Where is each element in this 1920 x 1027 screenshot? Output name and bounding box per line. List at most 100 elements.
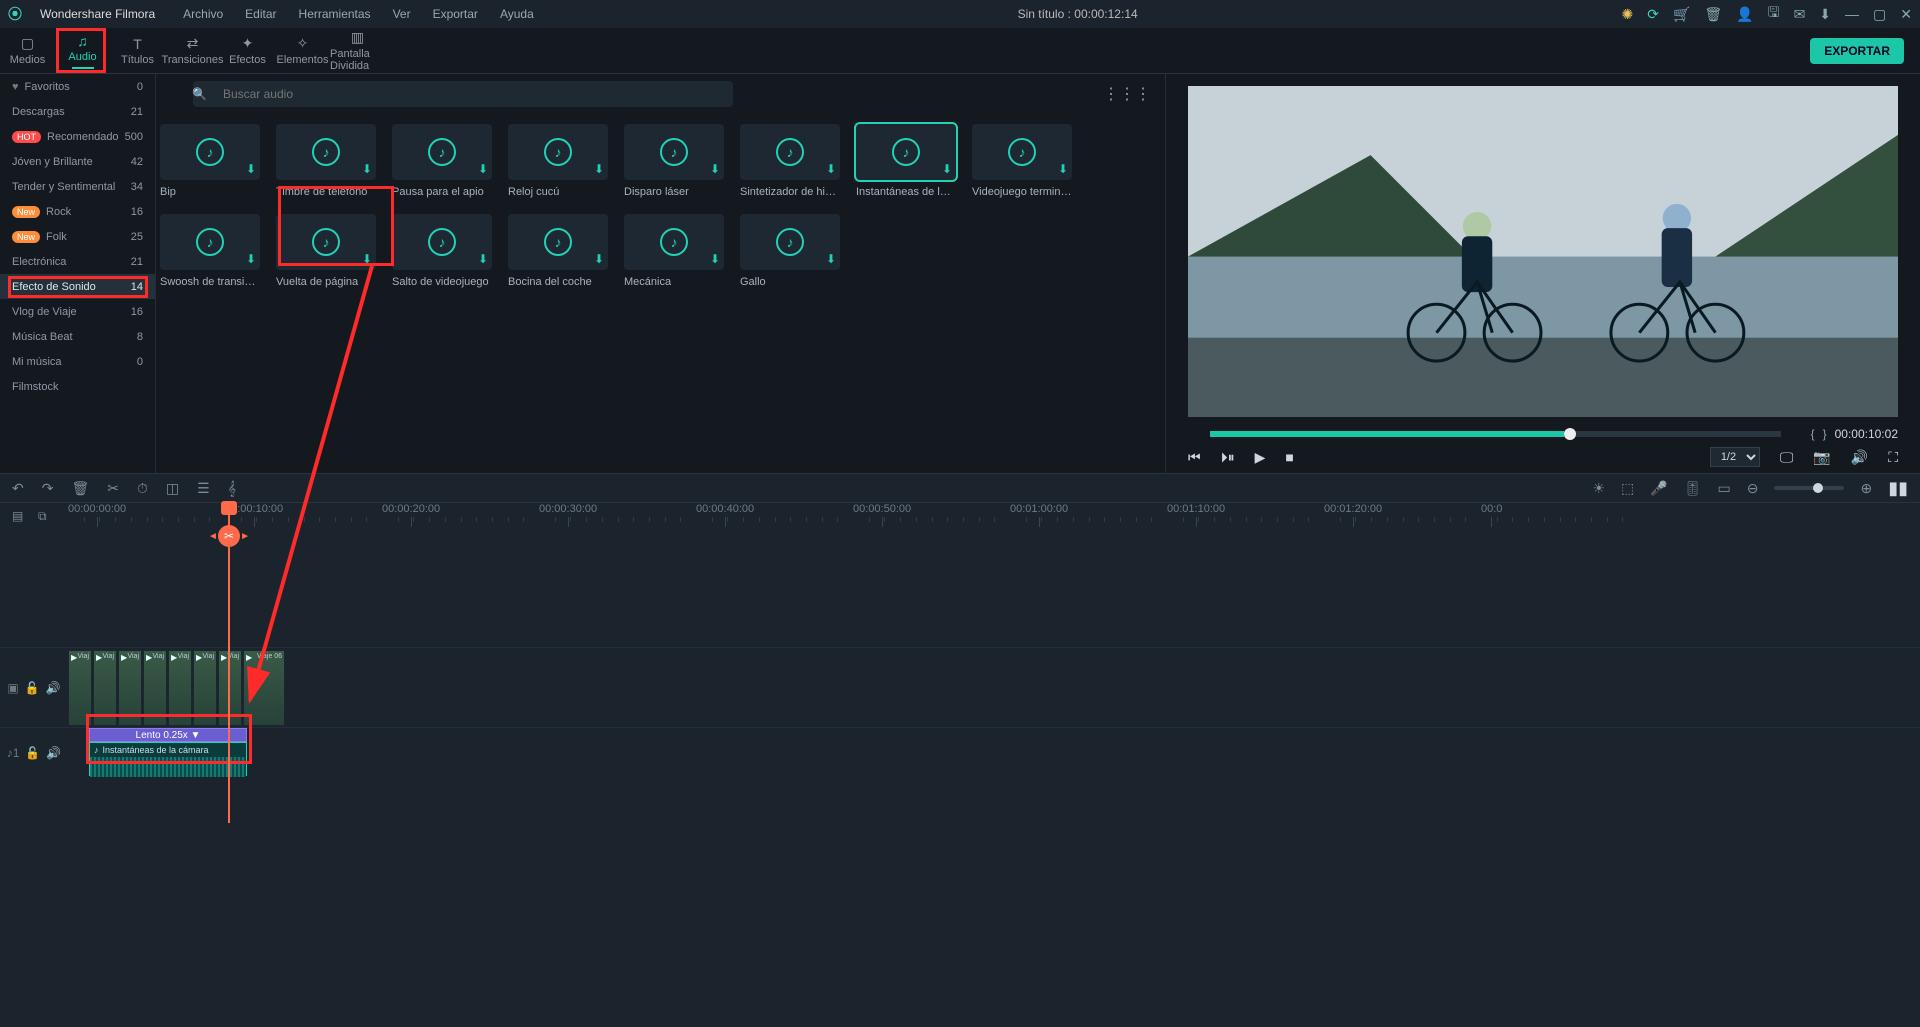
asset-item[interactable]: ♪⬇Instantáneas de la cá… — [856, 124, 956, 198]
asset-item[interactable]: ♪⬇Videojuego terminado — [972, 124, 1072, 198]
speed-bar[interactable]: Lento 0.25x ▼ — [89, 728, 247, 742]
step-button[interactable]: ⏵⏸ — [1221, 449, 1235, 466]
download-icon[interactable]: ⬇ — [362, 162, 372, 176]
download-icon[interactable]: ⬇ — [246, 252, 256, 266]
lock-icon[interactable]: 🔓 — [25, 681, 40, 695]
asset-item[interactable]: ♪⬇Bocina del coche — [508, 214, 608, 288]
timeline[interactable]: ▤ ⧉ 00:00:00:0000:00:10:0000:00:20:0000:… — [0, 503, 1920, 1027]
mixer-icon[interactable]: 🎚 — [1684, 480, 1702, 497]
video-clip[interactable]: ▶Viaj — [118, 650, 142, 726]
prev-frame-button[interactable]: ⏮ — [1188, 449, 1201, 466]
download-icon[interactable]: ⬇ — [246, 162, 256, 176]
sidebar-item-vlog[interactable]: Vlog de Viaje16 — [0, 299, 155, 324]
audio-clip[interactable]: ♪Instantáneas de la cámara — [89, 742, 247, 776]
asset-item[interactable]: ♪⬇Reloj cucú — [508, 124, 608, 198]
sidebar-item-rock[interactable]: NewRock16 — [0, 199, 155, 224]
asset-item[interactable]: ♪⬇Vuelta de página — [276, 214, 376, 288]
mail-icon[interactable]: ✉ — [1794, 6, 1806, 23]
link-icon[interactable]: ⧉ — [38, 509, 47, 524]
sidebar-item-tender[interactable]: Tender y Sentimental34 — [0, 174, 155, 199]
search-input[interactable] — [193, 81, 733, 107]
menu-editar[interactable]: Editar — [245, 7, 276, 21]
scissor-handle[interactable]: ✂ — [218, 525, 240, 547]
maximize-icon[interactable]: ▢ — [1873, 6, 1886, 23]
asset-item[interactable]: ♪⬇Gallo — [740, 214, 840, 288]
close-icon[interactable]: ✕ — [1900, 6, 1912, 23]
video-clip[interactable]: ▶Viaj — [143, 650, 167, 726]
adjust-icon[interactable]: ☰ — [197, 480, 210, 497]
download-icon[interactable]: ⬇ — [1058, 162, 1068, 176]
sidebar-item-folk[interactable]: NewFolk25 — [0, 224, 155, 249]
download-icon[interactable]: ⬇ — [826, 162, 836, 176]
track-visible-icon[interactable]: ▣ — [7, 681, 18, 695]
asset-item[interactable]: ♪⬇Sintetizador de histor… — [740, 124, 840, 198]
pause-scroll-icon[interactable]: ▮▮ — [1888, 478, 1908, 499]
download-icon[interactable]: ⬇ — [594, 162, 604, 176]
sidebar-item-efecto-de-sonido[interactable]: Efecto de Sonido14 — [0, 274, 155, 299]
display-icon[interactable]: 🖵 — [1780, 449, 1794, 466]
render-icon[interactable]: ☀ — [1592, 480, 1605, 497]
fullscreen-icon[interactable]: ⛶ — [1888, 449, 1898, 466]
asset-item[interactable]: ♪⬇Salto de videojuego — [392, 214, 492, 288]
download-icon[interactable]: ⬇ — [710, 162, 720, 176]
save-icon[interactable]: 🖫 — [1768, 2, 1780, 26]
tab-efectos[interactable]: ✦Efectos — [220, 28, 275, 74]
download-icon[interactable]: ⬇ — [826, 252, 836, 266]
speed-icon[interactable]: ⏱ — [137, 480, 148, 497]
video-clip[interactable]: ▶Viaje 06 — [243, 650, 285, 726]
download-icon[interactable]: ⬇ — [594, 252, 604, 266]
upgrade-icon[interactable]: ✺ — [1622, 6, 1634, 23]
loop-start-icon[interactable]: { — [1811, 427, 1815, 441]
lock-icon[interactable]: 🔓 — [25, 746, 40, 760]
video-clip[interactable]: ▶Viaj — [193, 650, 217, 726]
tab-medios[interactable]: ▢Medios — [0, 28, 55, 74]
menu-exportar[interactable]: Exportar — [433, 7, 478, 21]
snapshot-icon[interactable]: 📷 — [1813, 449, 1830, 466]
audio-track-head[interactable]: ♪1 🔓 🔊 — [0, 728, 68, 777]
sidebar-item-descargas[interactable]: Descargas21 — [0, 99, 155, 124]
sidebar-item-recomendado[interactable]: HOTRecomendado500 — [0, 124, 155, 149]
sidebar-item-favoritos[interactable]: ♥Favoritos0 — [0, 74, 155, 99]
menu-ver[interactable]: Ver — [393, 7, 411, 21]
export-button[interactable]: EXPORTAR — [1810, 38, 1904, 64]
menu-ayuda[interactable]: Ayuda — [500, 7, 534, 21]
tab-titulos[interactable]: TTítulos — [110, 28, 165, 74]
asset-item[interactable]: ♪⬇Timbre de teléfono — [276, 124, 376, 198]
tab-transiciones[interactable]: ⇄Transiciones — [165, 28, 220, 74]
playhead[interactable] — [228, 503, 230, 823]
delete-icon[interactable]: 🗑 — [71, 480, 89, 497]
loop-end-icon[interactable]: } — [1823, 427, 1827, 441]
video-clip[interactable]: ▶Viaj — [218, 650, 242, 726]
menu-archivo[interactable]: Archivo — [183, 7, 223, 21]
grid-view-icon[interactable]: ⋮⋮⋮ — [1103, 84, 1151, 104]
undo-icon[interactable]: ↶ — [12, 480, 24, 497]
tab-elementos[interactable]: ✧Elementos — [275, 28, 330, 74]
download-icon[interactable]: ⬇ — [362, 252, 372, 266]
menu-herramientas[interactable]: Herramientas — [299, 7, 371, 21]
mute-icon[interactable]: 🔊 — [46, 746, 61, 760]
download-icon[interactable]: ⬇ — [942, 162, 952, 176]
download-icon[interactable]: ⬇ — [478, 162, 488, 176]
sidebar-item-musica-beat[interactable]: Música Beat8 — [0, 324, 155, 349]
asset-item[interactable]: ♪⬇Disparo láser — [624, 124, 724, 198]
preview-video[interactable] — [1188, 86, 1898, 417]
download-icon[interactable]: ⬇ — [1819, 6, 1831, 23]
zoom-in-icon[interactable]: ⊕ — [1860, 480, 1872, 497]
video-clip[interactable]: ▶Viaj — [93, 650, 117, 726]
track-manager-icon[interactable]: ▤ — [12, 509, 23, 523]
account-icon[interactable]: 👤 — [1736, 6, 1753, 23]
sidebar-item-filmstock[interactable]: Filmstock — [0, 374, 155, 399]
mute-icon[interactable]: 🔊 — [46, 681, 61, 695]
download-icon[interactable]: ⬇ — [710, 252, 720, 266]
tab-audio[interactable]: ♫Audio — [55, 28, 110, 74]
tab-pantalla-dividida[interactable]: ▥Pantalla Dividida — [330, 28, 385, 74]
stop-button[interactable]: ■ — [1285, 449, 1293, 465]
asset-item[interactable]: ♪⬇Bip — [160, 124, 260, 198]
play-button[interactable]: ▶ — [1255, 449, 1266, 466]
sidebar-item-electronica[interactable]: Electrónica21 — [0, 249, 155, 274]
sidebar-item-mi-musica[interactable]: Mi música0 — [0, 349, 155, 374]
cart-icon[interactable]: 🛒 — [1673, 6, 1690, 23]
zoom-slider[interactable] — [1774, 486, 1844, 490]
ruler[interactable]: 00:00:00:0000:00:10:0000:00:20:0000:00:3… — [68, 503, 1920, 543]
mic-icon[interactable]: 🎤 — [1650, 480, 1667, 497]
